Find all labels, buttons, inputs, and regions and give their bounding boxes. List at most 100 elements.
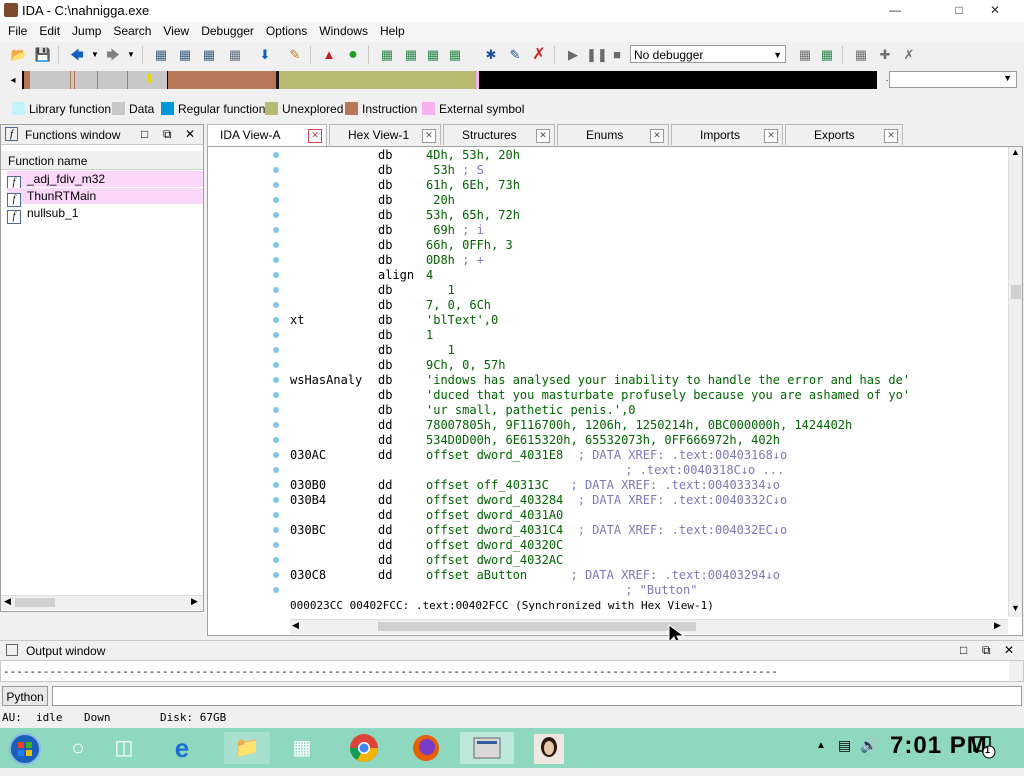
graph-icon[interactable]: ▲: [320, 46, 338, 64]
back-icon[interactable]: 🡄: [68, 46, 86, 64]
volume-icon[interactable]: 🔊: [860, 737, 877, 754]
navigation-strip[interactable]: [22, 71, 877, 89]
disassembly-line[interactable]: db 'duced that you masturbate profusely b…: [290, 388, 910, 403]
menu-debugger[interactable]: Debugger: [195, 22, 260, 38]
function-row[interactable]: f nullsub_1: [7, 205, 203, 224]
ida-taskbar-icon[interactable]: [460, 732, 514, 764]
debugger-select[interactable]: No debugger ▼: [630, 45, 786, 63]
disassembly-vscrollbar[interactable]: ▲ ▼: [1008, 147, 1022, 617]
remove-breakpoint-icon[interactable]: ✗: [900, 46, 918, 64]
edge-browser-icon[interactable]: e: [166, 732, 198, 764]
menu-windows[interactable]: Windows: [313, 22, 374, 38]
close-tab-icon[interactable]: ✕: [764, 129, 778, 143]
disassembly-line[interactable]: 030AC dd offset dword_4031E8 ; DATA XREF: …: [290, 448, 787, 463]
menu-jump[interactable]: Jump: [66, 22, 107, 38]
tab-enums[interactable]: Enums ✕: [557, 124, 669, 145]
minimize-button[interactable]: —: [880, 0, 910, 22]
network-icon[interactable]: ▤: [838, 737, 851, 754]
scroll-right-icon[interactable]: ▶: [191, 596, 198, 607]
create-struct-icon[interactable]: ▦: [402, 46, 420, 64]
cortana-icon[interactable]: ○: [62, 732, 94, 764]
nav-left-arrow-icon[interactable]: ◂: [4, 72, 22, 90]
scroll-down-icon[interactable]: ▼: [1011, 603, 1020, 613]
command-input[interactable]: [52, 686, 1022, 706]
function-row[interactable]: f _adj_fdiv_m32: [7, 171, 203, 190]
disassembly-line[interactable]: ; "Button": [290, 583, 697, 598]
tab-ida-view-a[interactable]: IDA View-A ✕: [207, 124, 327, 147]
menu-edit[interactable]: Edit: [33, 22, 66, 38]
disassembly-line[interactable]: dd offset dword_40320C: [290, 538, 563, 553]
ida-portrait-icon[interactable]: [522, 732, 576, 764]
close-tab-icon[interactable]: ✕: [422, 129, 436, 143]
menu-help[interactable]: Help: [374, 22, 411, 38]
close-panel-icon[interactable]: ✕: [185, 127, 195, 141]
close-tab-icon[interactable]: ✕: [536, 129, 550, 143]
open-icon[interactable]: 📂: [10, 46, 28, 64]
step-over-icon[interactable]: ▦: [818, 46, 836, 64]
disassembly-line[interactable]: db 53h, 65h, 72h: [290, 208, 520, 223]
disassembly-view[interactable]: db 4Dh, 53h, 20h db 53h ; Sdb 61h, 6Eh, 73h…: [207, 146, 1023, 636]
disassembly-hscrollbar[interactable]: ◀ ▶: [290, 619, 1008, 634]
stop-debugger-icon[interactable]: ■: [608, 46, 626, 64]
edit-icon[interactable]: ✎: [506, 46, 524, 64]
create-string-icon[interactable]: ▦: [424, 46, 442, 64]
binary-search-icon[interactable]: ▦: [176, 46, 194, 64]
mark-icon[interactable]: ✱: [482, 46, 500, 64]
search-next-icon[interactable]: ▦: [226, 46, 244, 64]
disassembly-line[interactable]: db 'ur small, pathetic penis.',0: [290, 403, 636, 418]
disassembly-line[interactable]: 030C8 dd offset aButton ; DATA XREF: .text…: [290, 568, 780, 583]
run-script-icon[interactable]: ●: [344, 46, 362, 64]
tab-imports[interactable]: Imports ✕: [671, 124, 783, 145]
close-tab-icon[interactable]: ✕: [650, 129, 664, 143]
back-dropdown-icon[interactable]: ▼: [86, 46, 104, 64]
disassembly-line[interactable]: xt db 'blText',0: [290, 313, 498, 328]
start-debugger-icon[interactable]: ▶: [564, 46, 582, 64]
text-search-icon[interactable]: ▦: [200, 46, 218, 64]
menu-options[interactable]: Options: [260, 22, 313, 38]
functions-hscrollbar[interactable]: ◀ ▶: [1, 595, 203, 610]
disassembly-line[interactable]: dd 534D0D00h, 6E615320h, 65532073h, 0FF66…: [290, 433, 780, 448]
scroll-thumb[interactable]: [378, 622, 696, 631]
disassembly-line[interactable]: db 1: [290, 283, 455, 298]
float-panel-icon[interactable]: ⧉: [163, 127, 172, 142]
disassembly-line[interactable]: ; .text:0040318C↓o ...: [290, 463, 784, 478]
breakpoints-icon[interactable]: ▦: [852, 46, 870, 64]
close-tab-icon[interactable]: ✕: [884, 129, 898, 143]
output-window-content[interactable]: ----------------------------------------…: [0, 660, 1024, 682]
disassembly-line[interactable]: db 4Dh, 53h, 20h: [290, 148, 520, 163]
forward-dropdown-icon[interactable]: ▼: [122, 46, 140, 64]
menu-file[interactable]: File: [2, 22, 33, 38]
delete-icon[interactable]: ✗: [530, 46, 548, 64]
disassembly-line[interactable]: db 7, 0, 6Ch: [290, 298, 491, 313]
close-tab-icon[interactable]: ✕: [308, 129, 322, 143]
pause-debugger-icon[interactable]: ❚❚: [586, 46, 608, 64]
task-view-icon[interactable]: ◫: [108, 732, 140, 764]
disassembly-line[interactable]: 030B0 dd offset off_40313C ; DATA XREF: .t…: [290, 478, 780, 493]
maximize-panel-icon[interactable]: □: [960, 643, 967, 657]
create-array-icon[interactable]: ▦: [446, 46, 464, 64]
nav-combo[interactable]: ▼: [889, 71, 1017, 88]
close-panel-icon[interactable]: ✕: [1004, 643, 1014, 657]
menu-search[interactable]: Search: [107, 22, 157, 38]
chrome-icon[interactable]: [348, 732, 380, 764]
disassembly-line[interactable]: db 61h, 6Eh, 73h: [290, 178, 520, 193]
disassembly-line[interactable]: db 66h, 0FFh, 3: [290, 238, 513, 253]
function-row[interactable]: f ThunRTMain: [7, 188, 203, 207]
create-function-icon[interactable]: ▦: [378, 46, 396, 64]
add-breakpoint-icon[interactable]: ✚: [876, 46, 894, 64]
disassembly-line[interactable]: db 0D8h ; +: [290, 253, 484, 268]
step-into-icon[interactable]: ▦: [796, 46, 814, 64]
save-icon[interactable]: 💾: [34, 46, 52, 64]
scroll-up-icon[interactable]: ▲: [1011, 147, 1020, 157]
disassembly-line[interactable]: db 69h ; i: [290, 223, 484, 238]
show-hidden-icons-icon[interactable]: ▲: [816, 740, 826, 751]
float-panel-icon[interactable]: ⧉: [982, 643, 991, 658]
disassembly-line[interactable]: 030BC dd offset dword_4031C4 ; DATA XREF: …: [290, 523, 787, 538]
disassembly-line[interactable]: db 9Ch, 0, 57h: [290, 358, 505, 373]
firefox-icon[interactable]: [410, 732, 442, 764]
tab-exports[interactable]: Exports ✕: [785, 124, 903, 145]
store-icon[interactable]: ▦: [286, 732, 318, 764]
output-scrollbar[interactable]: [1009, 661, 1023, 681]
python-language-button[interactable]: Python: [2, 686, 48, 706]
disassembly-line[interactable]: dd offset dword_4032AC: [290, 553, 563, 568]
